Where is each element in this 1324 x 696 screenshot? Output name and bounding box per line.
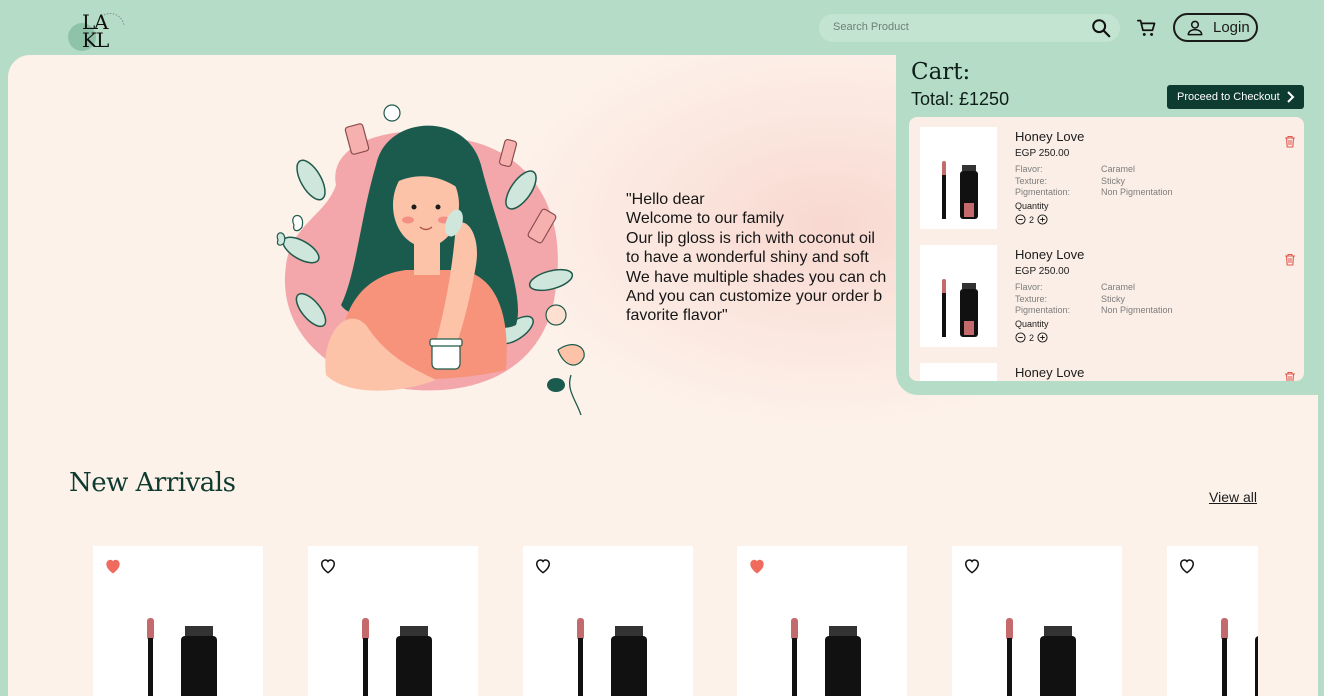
texture-value: Sticky — [1101, 176, 1126, 186]
product-card[interactable] — [308, 546, 478, 696]
cart-title: Cart: — [911, 59, 971, 85]
cart-item-image — [920, 127, 997, 229]
texture-value: Sticky — [1101, 294, 1126, 304]
lip-gloss-image — [362, 618, 432, 696]
heart-icon[interactable] — [103, 556, 123, 576]
heart-icon[interactable] — [1177, 556, 1197, 576]
new-arrivals-title: New Arrivals — [69, 468, 236, 498]
cart-item-name: Honey Love — [1015, 247, 1085, 262]
cart-item-price: EGP 250.00 — [1015, 148, 1070, 159]
cart-item: Honey Love EGP 250.00 Flavor: Caramel Te… — [909, 235, 1304, 353]
welcome-message: "Hello dear Welcome to our family Our li… — [626, 191, 887, 325]
login-label: Login — [1213, 19, 1250, 36]
cart-item-name: Honey Love — [1015, 129, 1085, 144]
cart-icon[interactable] — [1136, 17, 1158, 39]
quantity-value: 2 — [1029, 214, 1035, 225]
pigmentation-label: Pigmentation: — [1015, 305, 1071, 315]
trash-icon[interactable] — [1284, 371, 1296, 381]
plus-icon[interactable] — [1037, 214, 1048, 225]
login-button[interactable]: Login — [1173, 13, 1258, 42]
lip-gloss-image — [147, 618, 217, 696]
flavor-label: Flavor: — [1015, 164, 1043, 174]
cart-total: Total: £1250 — [911, 89, 1010, 109]
quantity-stepper: 2 — [1015, 332, 1048, 343]
checkout-button[interactable]: Proceed to Checkout — [1167, 85, 1304, 109]
cart-item-list[interactable]: Honey Love EGP 250.00 Flavor: Caramel Te… — [909, 117, 1304, 381]
trash-icon[interactable] — [1284, 135, 1296, 148]
search-bar[interactable]: Search Product — [819, 14, 1120, 42]
chevron-right-icon — [1287, 91, 1295, 103]
heart-icon[interactable] — [747, 556, 767, 576]
heart-icon[interactable] — [962, 556, 982, 576]
flavor-label: Flavor: — [1015, 282, 1043, 292]
cart-item-image — [920, 245, 997, 347]
flavor-value: Caramel — [1101, 164, 1136, 174]
lip-gloss-image — [1221, 618, 1258, 696]
quantity-label: Quantity — [1015, 201, 1049, 211]
search-icon[interactable] — [1090, 17, 1112, 39]
texture-label: Texture: — [1015, 294, 1048, 304]
cart-item-name: Honey Love — [1015, 365, 1085, 380]
user-icon — [1187, 20, 1203, 35]
minus-icon[interactable] — [1015, 332, 1026, 343]
cart-item-image — [920, 363, 997, 381]
logo[interactable]: L A K L — [66, 5, 128, 53]
lip-gloss-image — [577, 618, 647, 696]
heart-icon[interactable] — [318, 556, 338, 576]
lip-gloss-image — [1006, 618, 1076, 696]
flavor-value: Caramel — [1101, 282, 1136, 292]
quantity-value: 2 — [1029, 332, 1035, 343]
lip-gloss-image — [791, 618, 861, 696]
product-card[interactable] — [1167, 546, 1258, 696]
pigmentation-value: Non Pigmentation — [1101, 305, 1173, 315]
quantity-label: Quantity — [1015, 319, 1049, 329]
pigmentation-label: Pigmentation: — [1015, 187, 1071, 197]
minus-icon[interactable] — [1015, 214, 1026, 225]
product-card[interactable] — [93, 546, 263, 696]
cart-item: Honey Love EGP 250.00 Flavor: Caramel Te… — [909, 117, 1304, 235]
product-card[interactable] — [952, 546, 1122, 696]
checkout-label: Proceed to Checkout — [1177, 91, 1280, 103]
quantity-stepper: 2 — [1015, 214, 1048, 225]
svg-text:L: L — [96, 28, 109, 52]
texture-label: Texture: — [1015, 176, 1048, 186]
product-card[interactable] — [523, 546, 693, 696]
cart-item: Honey Love — [909, 353, 1304, 381]
cart-item-price: EGP 250.00 — [1015, 266, 1070, 277]
cart-panel: Cart: Total: £1250 Proceed to Checkout H… — [896, 55, 1324, 395]
search-input[interactable]: Search Product — [833, 21, 909, 33]
heart-icon[interactable] — [533, 556, 553, 576]
plus-icon[interactable] — [1037, 332, 1048, 343]
trash-icon[interactable] — [1284, 253, 1296, 266]
hero-illustration — [276, 104, 585, 416]
pigmentation-value: Non Pigmentation — [1101, 187, 1173, 197]
view-all-link[interactable]: View all — [1209, 489, 1257, 505]
product-card[interactable] — [737, 546, 907, 696]
